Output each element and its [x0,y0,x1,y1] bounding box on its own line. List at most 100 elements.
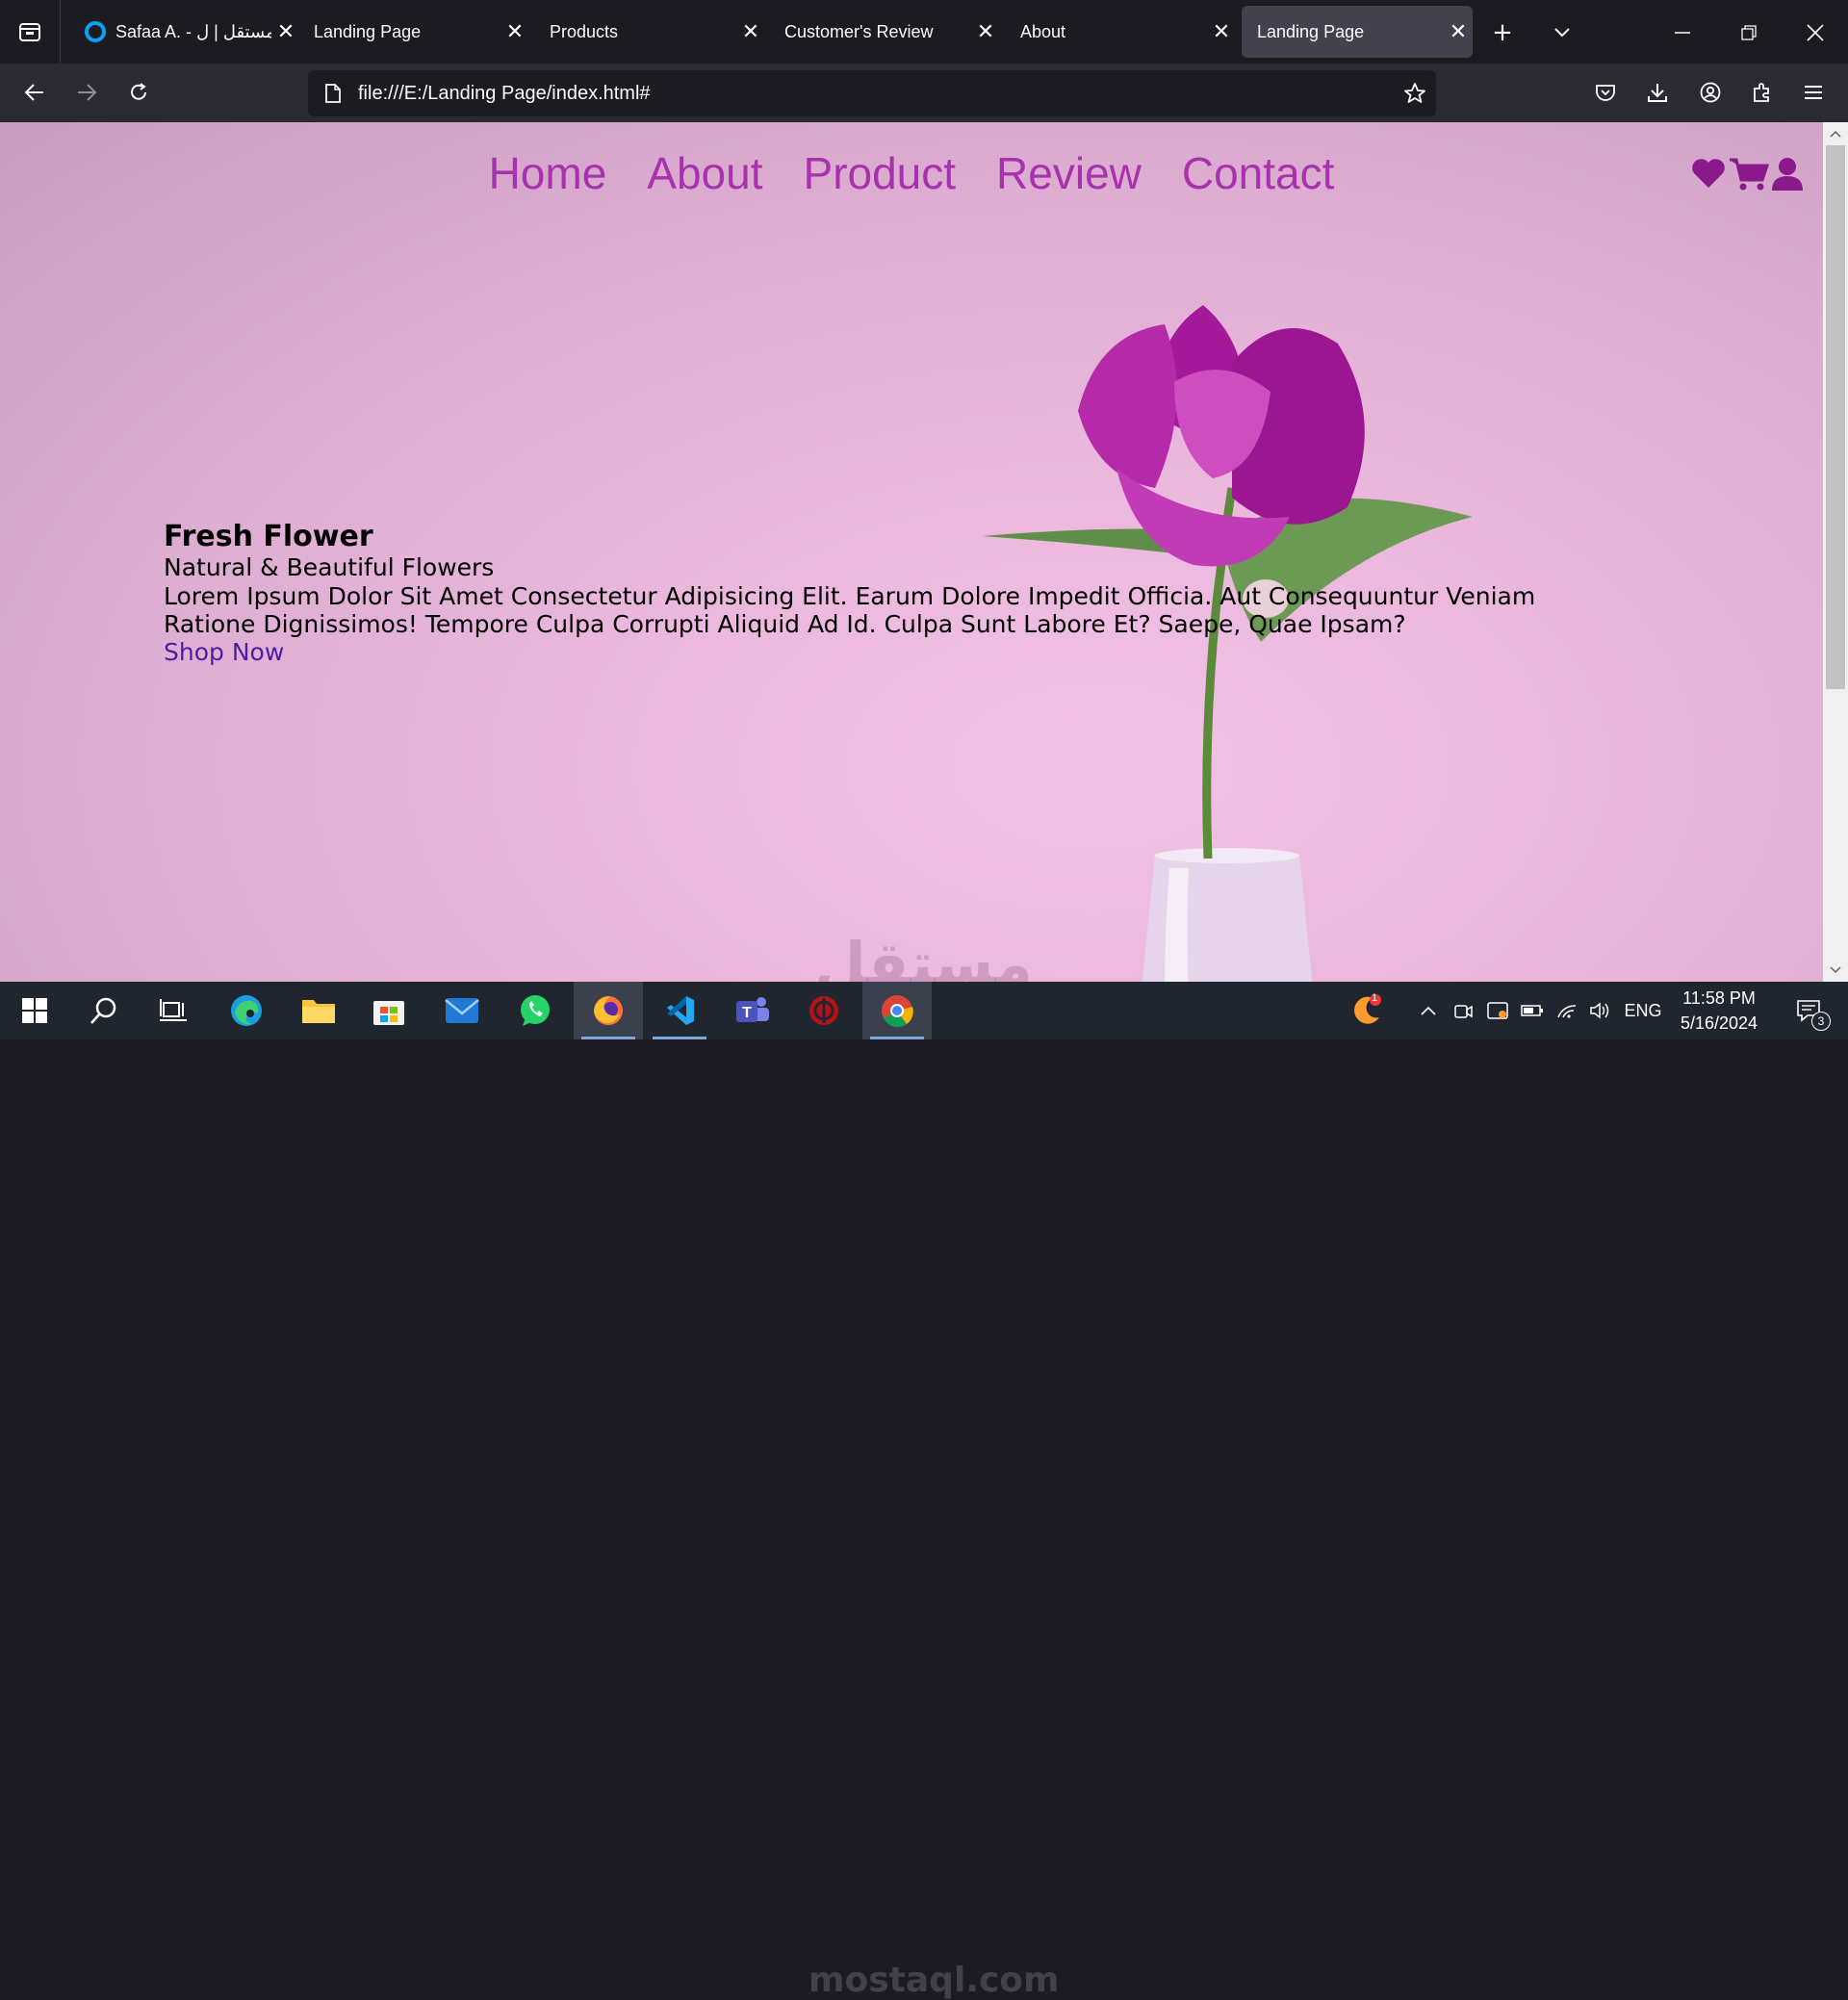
tab-label: Landing Page [314,21,422,41]
star-icon [1404,83,1425,103]
task-view-button[interactable] [139,982,208,1039]
close-tab-icon[interactable]: ✕ [1207,19,1236,44]
app-menu-button[interactable] [1794,73,1833,112]
scroll-down-arrow[interactable] [1823,959,1848,982]
reload-button[interactable] [119,73,158,112]
search-button[interactable] [69,982,139,1039]
bookmark-star-button[interactable] [1394,82,1436,105]
tab-customers-review[interactable]: Customer's Review ✕ [769,6,1000,58]
whatsapp-icon [521,995,550,1026]
account-icon [1700,82,1721,103]
action-center-button[interactable]: 3 [1786,982,1831,1039]
store-icon [373,1001,404,1025]
nav-link-home[interactable]: Home [489,147,607,199]
new-tab-button[interactable]: + [1483,13,1522,52]
hero-title: Fresh Flower [164,520,373,553]
tab-landing-page-active[interactable]: Landing Page ✕ [1242,6,1473,58]
close-tab-icon[interactable]: ✕ [736,19,765,44]
battery-tray[interactable] [1519,982,1546,1039]
reload-icon [131,83,146,100]
download-icon [1648,84,1667,102]
downloads-button[interactable] [1638,73,1677,112]
wifi-tray[interactable] [1553,982,1580,1039]
pocket-button[interactable] [1586,73,1625,112]
security-icon [1487,1002,1508,1019]
extensions-button[interactable] [1743,73,1782,112]
close-tab-icon[interactable]: ✕ [500,19,529,44]
nav-link-product[interactable]: Product [804,147,957,199]
shop-now-link[interactable]: Shop Now [164,638,284,667]
list-all-tabs-button[interactable] [1543,13,1581,52]
close-window-button[interactable] [1796,13,1835,52]
watermark-text: mostaql.com [808,1961,1060,2000]
tab-about[interactable]: About ✕ [1005,6,1236,58]
page-scrollbar[interactable] [1823,122,1848,982]
nav-link-contact[interactable]: Contact [1182,147,1335,199]
start-button[interactable] [0,982,69,1039]
chevron-up-icon [1830,130,1841,138]
firefox-icon [594,996,623,1025]
account-button[interactable] [1691,73,1730,112]
speaker-icon [1590,1002,1609,1019]
notification-count-badge: 1 [1372,992,1378,1004]
puzzle-icon [1754,83,1769,102]
user-icon[interactable] [1771,157,1804,195]
firefox-view-button[interactable] [0,0,61,64]
whatsapp-app[interactable] [500,982,570,1039]
language-label: ENG [1624,1000,1662,1020]
firefox-nightly-tray[interactable]: 1 [1346,982,1388,1039]
task-view-icon [160,999,187,1021]
clock-date: 5/16/2024 [1680,1013,1758,1033]
volume-tray[interactable] [1586,982,1613,1039]
windows-logo-icon [22,998,47,1023]
teams-app[interactable]: T [718,982,787,1039]
firefox-view-icon [19,23,40,41]
moon-icon [1354,994,1381,1024]
forward-button[interactable] [67,73,106,112]
close-icon [1807,24,1824,41]
clock-time: 11:58 PM [1682,988,1756,1008]
show-hidden-icons-button[interactable] [1415,982,1442,1039]
shopping-cart-icon[interactable] [1729,157,1770,195]
microsoft-store-app[interactable] [354,982,424,1039]
firefox-app[interactable] [574,982,643,1039]
close-tab-icon[interactable]: ✕ [1444,19,1473,44]
watermark-logo: مستقل [814,929,1033,982]
scroll-up-arrow[interactable] [1823,122,1848,145]
close-tab-icon[interactable]: ✕ [971,19,1000,44]
nav-link-review[interactable]: Review [996,147,1142,199]
back-button[interactable] [15,73,54,112]
input-language-button[interactable]: ENG [1621,982,1665,1039]
file-explorer-app[interactable] [284,982,353,1039]
shield-app-icon [809,996,838,1025]
system-clock[interactable]: 11:58 PM 5/16/2024 [1671,986,1767,1036]
nav-link-about[interactable]: About [647,147,762,199]
close-tab-icon[interactable]: ✕ [271,19,300,44]
app-shield[interactable] [789,982,859,1039]
mail-app[interactable] [427,982,497,1039]
tab-landing-page[interactable]: Landing Page ✕ [298,6,529,58]
edge-app[interactable] [212,982,281,1039]
tab-products[interactable]: Products ✕ [534,6,765,58]
wifi-icon [1557,1005,1577,1018]
chrome-icon [882,995,913,1028]
scrollbar-thumb[interactable] [1826,145,1845,689]
page-icon [320,84,346,103]
arrow-right-icon [78,84,97,101]
meet-now-tray[interactable] [1450,982,1476,1039]
vscode-app[interactable] [645,982,714,1039]
edge-icon [231,995,262,1026]
arrow-left-icon [24,84,43,101]
security-tray[interactable] [1484,982,1511,1039]
chrome-app[interactable] [862,982,932,1039]
tab-label: Products [550,21,619,41]
url-text[interactable]: file:///E:/Landing Page/index.html# [358,83,1394,105]
url-bar[interactable]: file:///E:/Landing Page/index.html# [308,70,1436,116]
heart-icon[interactable] [1690,157,1727,195]
restore-button[interactable] [1730,13,1768,52]
teams-icon: T [736,997,769,1022]
minimize-button[interactable] [1663,13,1702,52]
vscode-icon [667,996,694,1025]
tab-mostaql[interactable]: Safaa A. - مستقل | ل ✕ [69,6,300,58]
mail-icon [445,998,479,1023]
